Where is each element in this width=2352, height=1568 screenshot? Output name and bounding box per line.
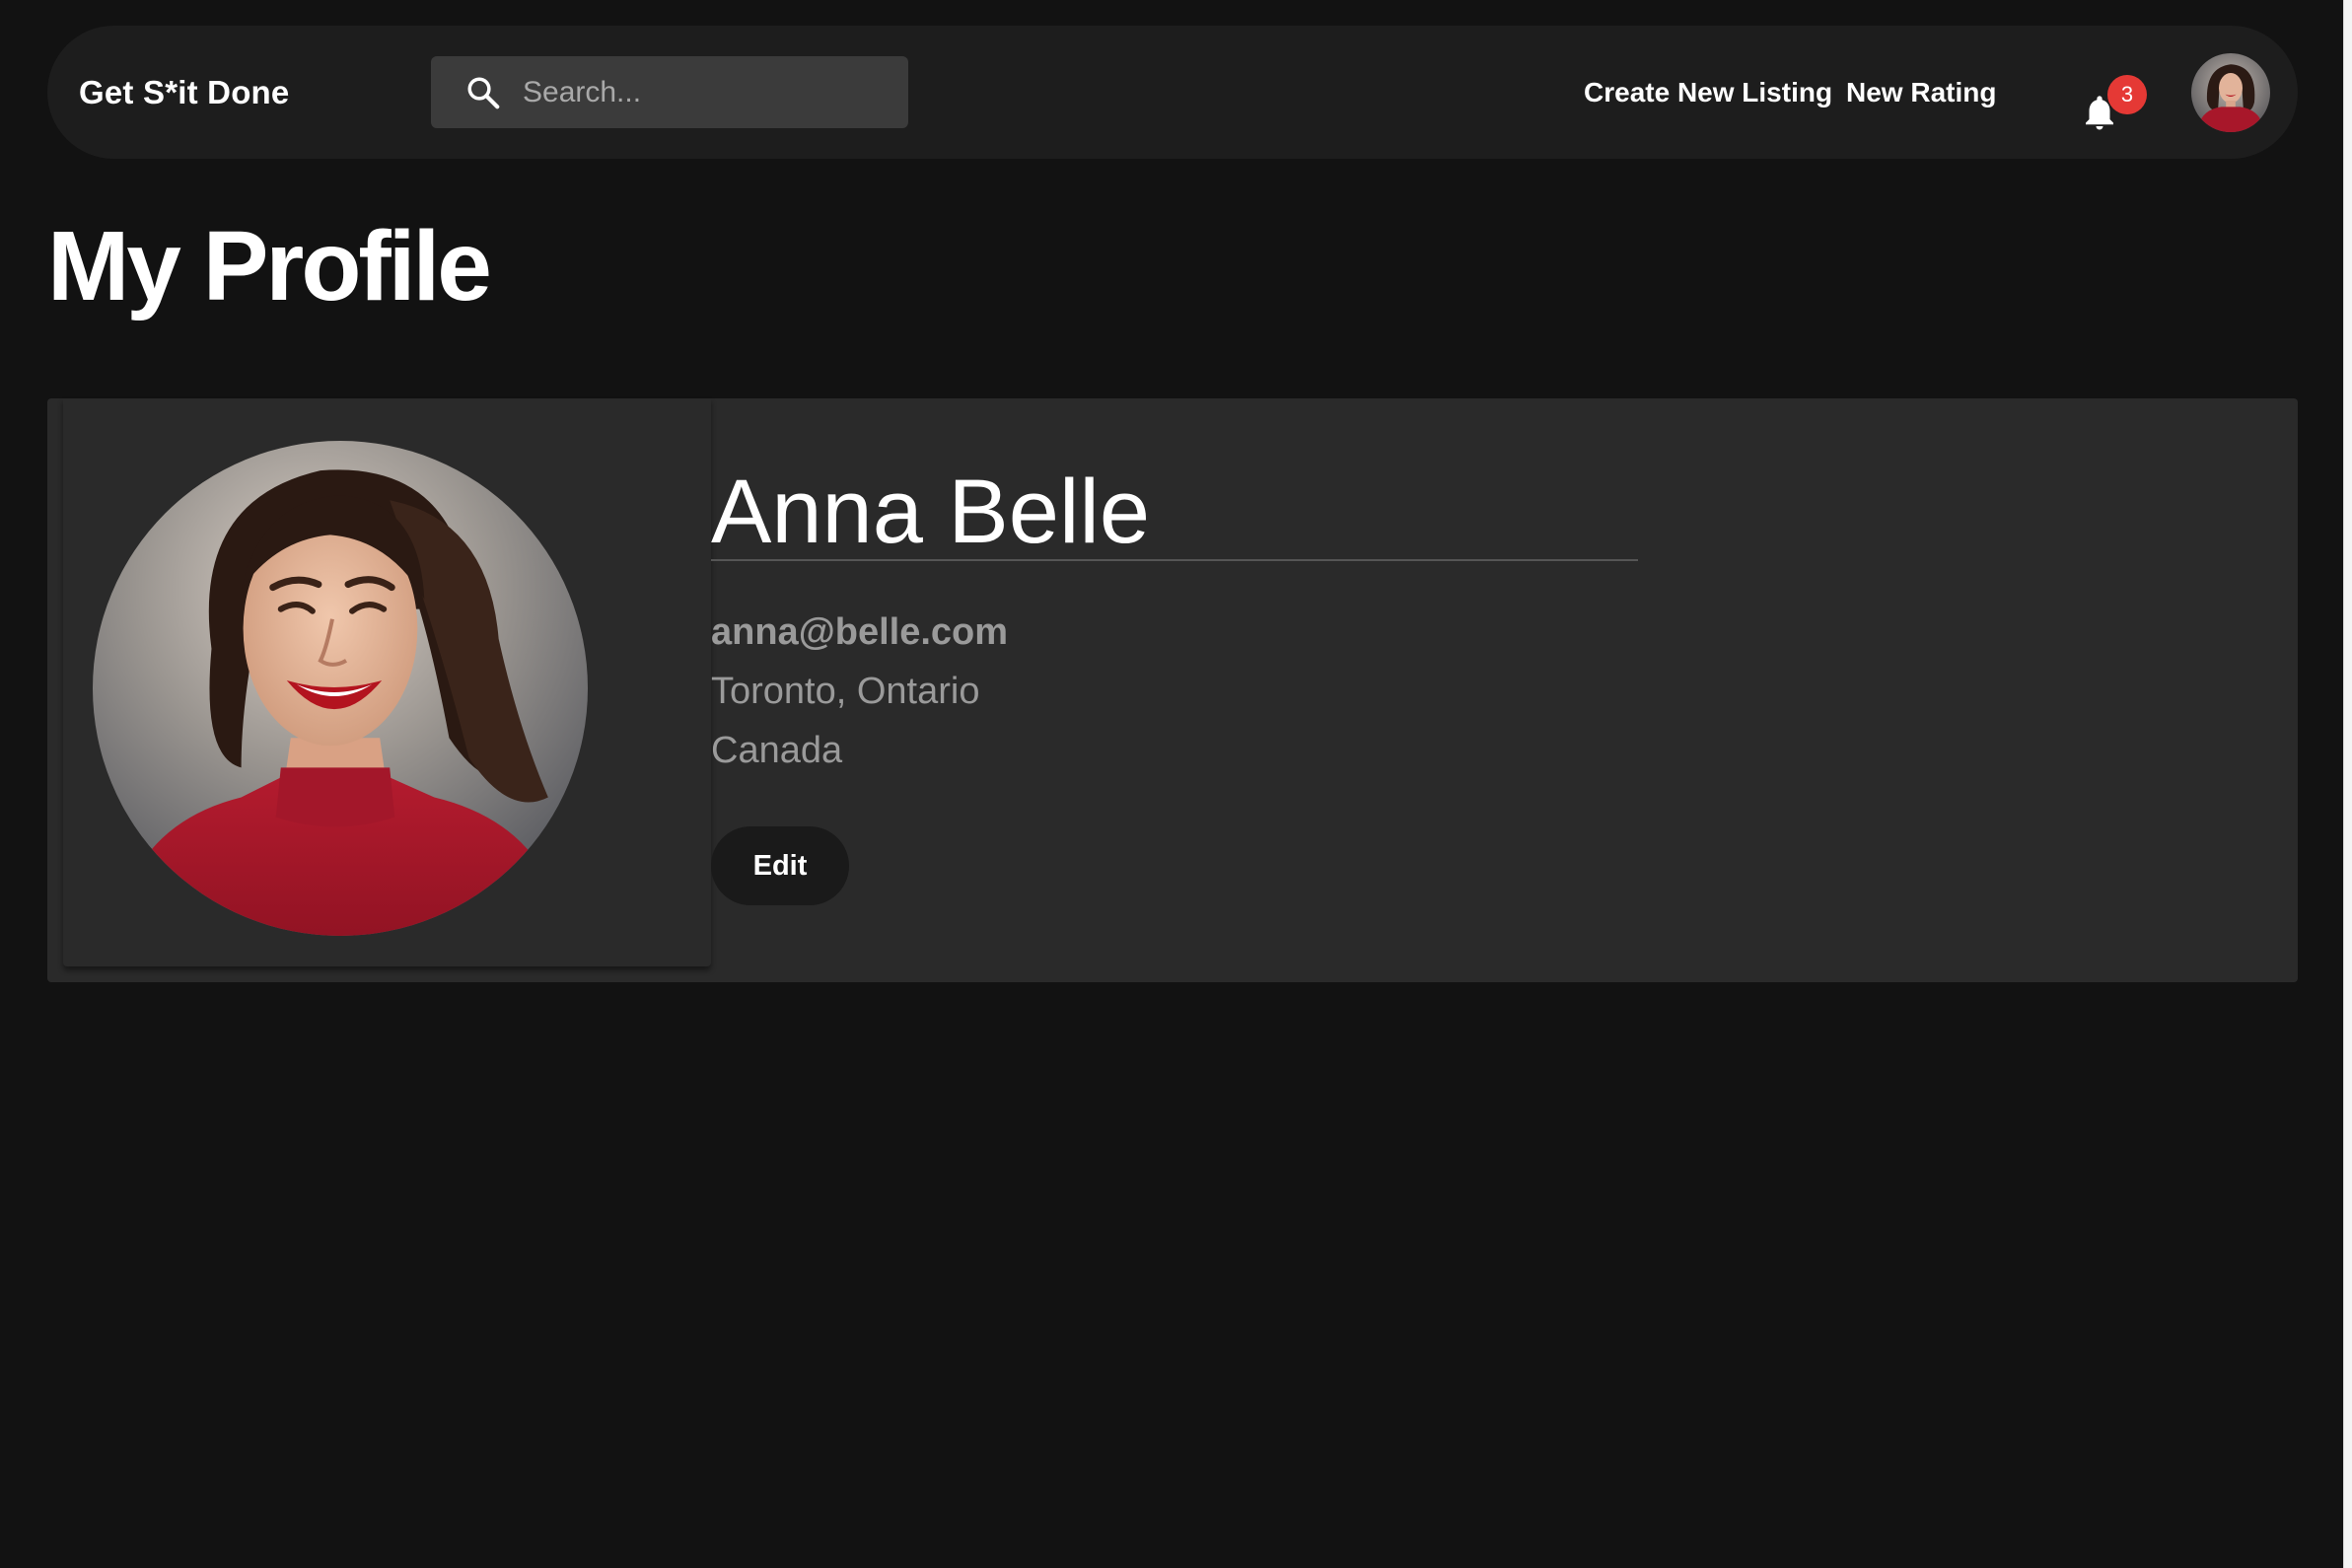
profile-name: Anna Belle bbox=[711, 462, 1150, 562]
profile-photo-panel bbox=[63, 398, 711, 966]
edit-profile-button[interactable]: Edit bbox=[711, 826, 849, 905]
avatar-portrait-image bbox=[2191, 53, 2270, 132]
search-icon bbox=[467, 77, 500, 109]
profile-city-region: Toronto, Ontario bbox=[711, 671, 980, 712]
new-rating-link[interactable]: New Rating bbox=[1846, 26, 1996, 159]
brand-logo-text[interactable]: Get S*it Done bbox=[79, 26, 289, 159]
profile-card: Anna Belle anna@belle.com Toronto, Ontar… bbox=[47, 398, 2298, 982]
scrollbar-track[interactable] bbox=[2343, 0, 2352, 1568]
user-avatar[interactable] bbox=[2191, 53, 2270, 132]
profile-portrait-image bbox=[93, 441, 588, 936]
page-title: My Profile bbox=[47, 211, 492, 321]
top-navbar: Get S*it Done Create New Listing New Rat… bbox=[47, 26, 2298, 159]
search-box[interactable] bbox=[431, 56, 908, 128]
name-divider bbox=[711, 559, 1638, 561]
notification-count-badge: 3 bbox=[2107, 75, 2147, 114]
profile-email: anna@belle.com bbox=[711, 611, 1009, 653]
search-input[interactable] bbox=[523, 56, 888, 128]
create-new-listing-link[interactable]: Create New Listing bbox=[1584, 26, 1832, 159]
notifications-button[interactable]: 3 bbox=[2071, 65, 2147, 134]
profile-photo bbox=[93, 441, 588, 936]
profile-country: Canada bbox=[711, 730, 843, 771]
